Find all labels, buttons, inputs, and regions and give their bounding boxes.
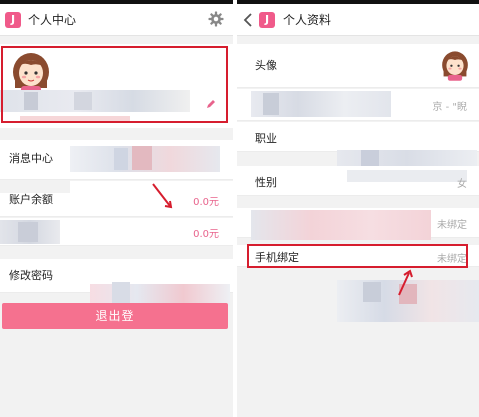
gear-icon[interactable] <box>207 10 225 28</box>
blurred-block <box>263 93 279 115</box>
row-label: 性别 <box>255 176 277 189</box>
blurred-label <box>251 210 431 240</box>
arrow-icon <box>152 183 173 209</box>
row-label: 头像 <box>255 59 277 72</box>
highlight-box <box>247 244 468 268</box>
row-label: 账户余额 <box>9 193 53 206</box>
page-title: 个人中心 <box>28 13 77 27</box>
list-item-points[interactable]: 0.0元 <box>0 218 233 246</box>
girl-avatar <box>442 51 468 81</box>
row-label: 职业 <box>255 132 277 145</box>
header: J 个人资料 <box>237 4 479 36</box>
list-item-balance[interactable]: 账户余额 0.0元 <box>0 181 233 217</box>
list-item-occupation[interactable]: 职业 <box>237 122 479 152</box>
gender-value: 女 <box>457 179 467 190</box>
logout-button[interactable]: 退出登 <box>2 303 228 329</box>
page-title: 个人资料 <box>283 13 332 27</box>
row-label: 消息中心 <box>9 152 53 165</box>
blurred-block <box>347 170 467 182</box>
blurred-block <box>18 222 38 242</box>
right-screen: J 个人资料 头像 京 - "睨 职业 性别 女 未绑定 手机绑定 未绑定 <box>237 0 479 417</box>
blurred-block <box>132 146 152 170</box>
left-screen: J 个人中心 消息中心 账户余额 0.0元 0.0元 修改密码 退出登 <box>0 0 233 417</box>
list-item-messages[interactable]: 消息中心 <box>0 140 233 180</box>
list-item-nickname[interactable]: 京 - "睨 <box>237 89 479 121</box>
highlight-box <box>1 46 228 123</box>
header: J 个人中心 <box>0 4 233 36</box>
arrow-icon <box>398 269 413 296</box>
blurred-block <box>114 148 128 170</box>
binding-value: 未绑定 <box>437 220 467 231</box>
points-value: 0.0元 <box>193 229 219 240</box>
blurred-block <box>0 181 70 193</box>
nickname-value: 京 - "睨 <box>432 102 467 113</box>
list-item-email-binding[interactable]: 未绑定 <box>237 208 479 240</box>
app-logo-icon: J <box>259 12 275 28</box>
list-item-gender[interactable]: 性别 女 <box>237 166 479 196</box>
row-label: 修改密码 <box>9 269 53 282</box>
list-item-avatar[interactable]: 头像 <box>237 44 479 88</box>
balance-value: 0.0元 <box>193 197 219 208</box>
back-arrow-icon[interactable] <box>243 13 253 27</box>
blurred-block <box>363 282 381 302</box>
app-logo-icon: J <box>5 12 21 28</box>
